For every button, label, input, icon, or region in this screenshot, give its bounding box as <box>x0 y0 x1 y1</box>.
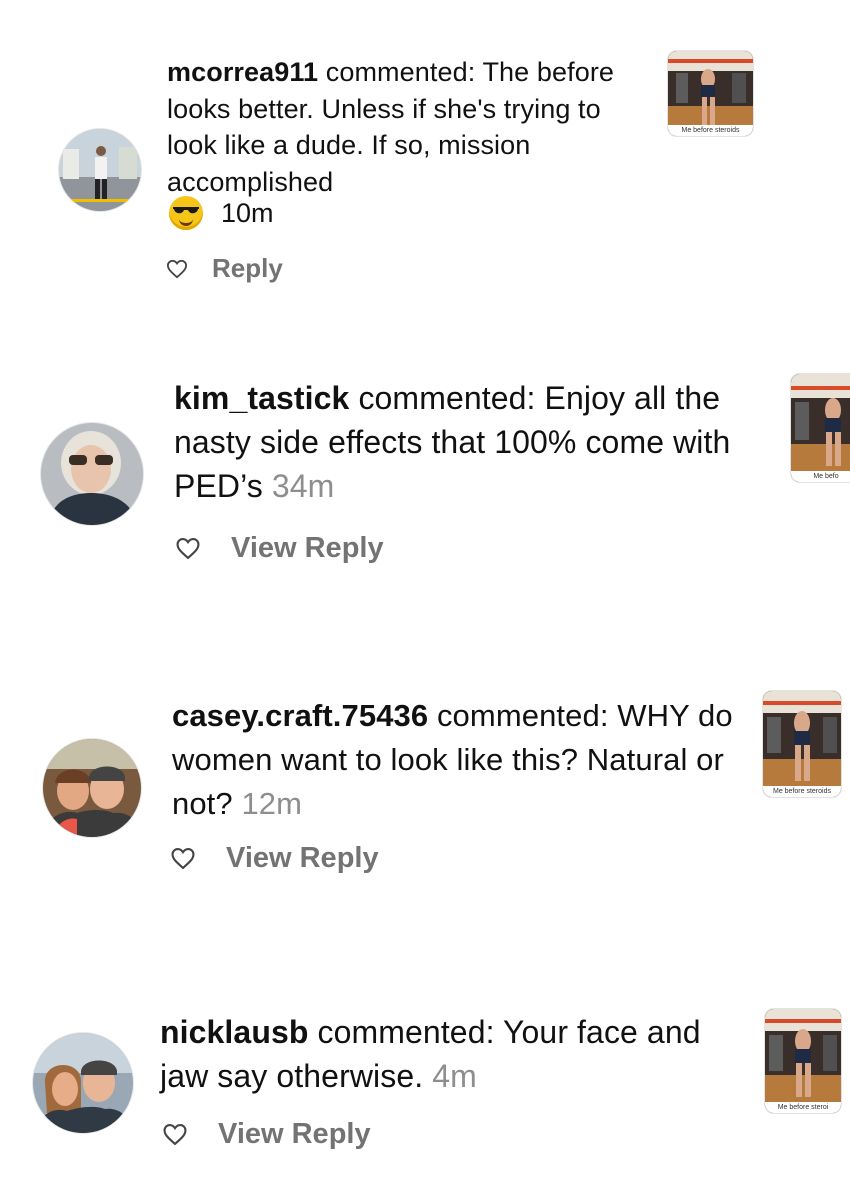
post-thumbnail[interactable]: Me before steroi <box>764 1008 842 1114</box>
emoji-time-row: 10m <box>169 196 274 230</box>
comment-verb: commented: <box>317 1014 495 1050</box>
comment-time: 34m <box>271 468 335 504</box>
comment-verb: commented: <box>325 57 476 87</box>
post-thumbnail[interactable]: Me before steroids <box>762 690 842 798</box>
heart-outline-icon[interactable] <box>175 537 201 560</box>
thumbnail-caption: Me before steroids <box>763 786 841 797</box>
comment-item: mcorrea911 commented: The before looks b… <box>0 0 850 300</box>
comment-text: nicklausb commented: Your face and jaw s… <box>160 1010 730 1098</box>
comment-item: nicklausb commented: Your face and jaw s… <box>0 980 850 1200</box>
reply-button[interactable]: Reply <box>212 253 283 284</box>
comment-text: kim_tastick commented: Enjoy all the nas… <box>174 376 754 508</box>
heart-outline-icon[interactable] <box>162 1123 188 1146</box>
thumbnail-caption: Me befo <box>791 471 850 482</box>
heart-outline-icon[interactable] <box>170 847 196 870</box>
comment-username[interactable]: mcorrea911 <box>167 57 318 87</box>
comment-time: 4m <box>432 1058 477 1094</box>
comment-item: kim_tastick commented: Enjoy all the nas… <box>0 330 850 610</box>
view-reply-button[interactable]: View Reply <box>226 842 379 875</box>
comment-text: mcorrea911 commented: The before looks b… <box>167 54 637 200</box>
comment-item: casey.craft.75436 commented: WHY do wome… <box>0 660 850 920</box>
comment-time: 10m <box>221 197 274 228</box>
avatar[interactable] <box>32 1032 134 1134</box>
comment-actions: Reply <box>166 253 283 284</box>
view-reply-button[interactable]: View Reply <box>218 1118 371 1151</box>
comment-username[interactable]: casey.craft.75436 <box>172 698 428 733</box>
avatar[interactable] <box>58 128 142 212</box>
comment-verb: commented: <box>436 698 609 733</box>
comment-username[interactable]: nicklausb <box>160 1014 309 1050</box>
comment-time: 12m <box>241 786 303 821</box>
comment-actions: View Reply <box>170 842 379 875</box>
sunglasses-emoji-icon <box>169 196 203 230</box>
thumbnail-caption: Me before steroids <box>668 125 753 136</box>
post-thumbnail[interactable]: Me before steroids <box>667 50 754 137</box>
thumbnail-caption: Me before steroi <box>765 1102 841 1113</box>
comment-actions: View Reply <box>162 1118 371 1151</box>
post-thumbnail[interactable]: Me befo <box>790 373 850 483</box>
heart-outline-icon[interactable] <box>166 259 188 279</box>
avatar[interactable] <box>42 738 142 838</box>
comment-username[interactable]: kim_tastick <box>174 380 349 416</box>
view-reply-button[interactable]: View Reply <box>231 532 384 565</box>
comment-actions: View Reply <box>175 532 384 565</box>
comment-verb: commented: <box>358 380 536 416</box>
avatar[interactable] <box>40 422 144 526</box>
comment-text: casey.craft.75436 commented: WHY do wome… <box>172 694 742 826</box>
